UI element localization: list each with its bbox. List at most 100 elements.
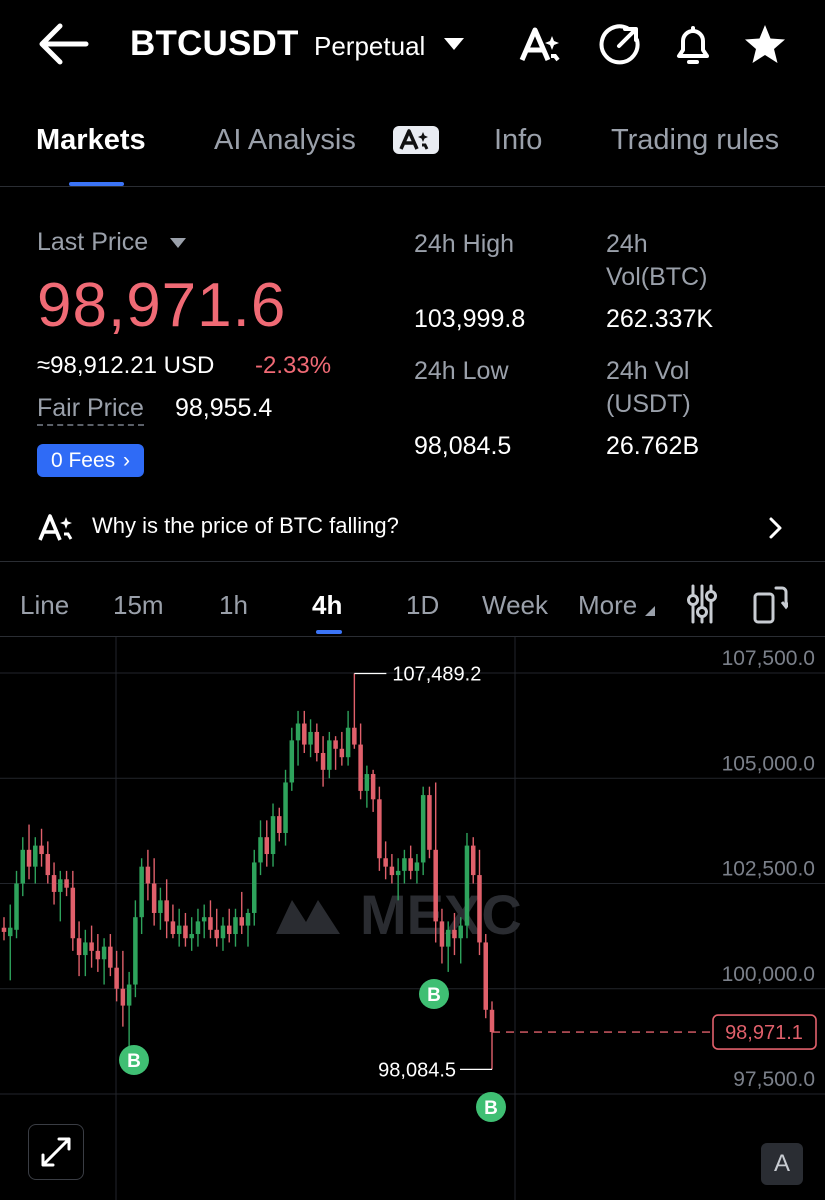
- candle-body: [408, 858, 413, 871]
- candle-body: [383, 858, 388, 867]
- last-price-label[interactable]: Last Price: [37, 228, 148, 257]
- vol-usdt-value: 26.762B: [606, 432, 700, 460]
- candle-body: [414, 862, 420, 871]
- candle-body: [126, 984, 132, 1006]
- candle-body: [195, 921, 201, 935]
- fullscreen-button[interactable]: [28, 1124, 84, 1180]
- candle-body: [258, 837, 263, 863]
- contract-type-label[interactable]: Perpetual: [314, 31, 425, 62]
- candle-body: [233, 917, 238, 935]
- candle-body: [439, 921, 445, 947]
- auto-scale-button[interactable]: A: [761, 1143, 803, 1185]
- buy-marker-label: B: [484, 1098, 498, 1119]
- candle-body: [395, 870, 401, 876]
- candle-body: [70, 887, 76, 939]
- interval-4h[interactable]: 4h: [312, 590, 342, 621]
- candle-body: [327, 740, 332, 770]
- candle-body: [133, 917, 138, 985]
- tab-markets[interactable]: Markets: [36, 124, 146, 157]
- interval-week[interactable]: Week: [482, 590, 548, 621]
- candlestick-chart[interactable]: 107,500.0 105,000.0 102,500.0 100,000.0 97,5…: [0, 637, 825, 1200]
- last-price-value: 98,971.6: [37, 271, 287, 340]
- ai-sparkle-icon: [38, 514, 73, 541]
- candle-body: [264, 837, 270, 855]
- candle-body: [283, 782, 288, 833]
- y-axis-label: 105,000.0: [722, 752, 815, 775]
- buy-marker-label: B: [427, 985, 441, 1006]
- candle-body: [452, 929, 457, 939]
- interval-1d[interactable]: 1D: [406, 590, 439, 621]
- more-caret-icon[interactable]: [645, 606, 655, 616]
- candle-body: [45, 854, 51, 876]
- interval-more[interactable]: More: [578, 590, 637, 621]
- bell-icon[interactable]: [670, 22, 716, 68]
- symbol-title[interactable]: BTCUSDT: [130, 24, 299, 64]
- candle-body: [89, 942, 94, 951]
- candle-body: [33, 845, 38, 867]
- back-arrow-icon[interactable]: [36, 22, 90, 66]
- candle-body: [1, 927, 7, 932]
- candle-body: [377, 799, 382, 859]
- candle-body: [226, 925, 232, 935]
- candle-body: [201, 917, 207, 922]
- indicator-settings-icon[interactable]: [686, 584, 718, 624]
- vol-usdt-label-line1: 24h Vol: [606, 357, 690, 385]
- candle-body: [64, 879, 69, 888]
- candle-body: [314, 731, 320, 753]
- ai-question-text[interactable]: Why is the price of BTC falling?: [92, 513, 399, 539]
- vol-btc-label-line2: Vol(BTC): [606, 263, 708, 291]
- y-axis-label: 102,500.0: [722, 858, 815, 881]
- y-axis-label: 100,000.0: [722, 963, 815, 986]
- section-divider: [0, 561, 825, 562]
- vol-btc-label-line1: 24h: [606, 230, 648, 258]
- share-icon[interactable]: [597, 22, 643, 68]
- candle-body: [420, 795, 426, 863]
- candle-body: [170, 921, 176, 935]
- candle-body: [470, 845, 476, 876]
- candle-body: [245, 912, 251, 926]
- interval-15m[interactable]: 15m: [113, 590, 164, 621]
- current-price-label: 98,971.1: [725, 1022, 803, 1044]
- ai-icon[interactable]: [518, 22, 564, 68]
- tab-trading-rules[interactable]: Trading rules: [611, 124, 779, 157]
- candle-body: [252, 862, 257, 913]
- candle-body: [445, 929, 451, 947]
- caret-down-icon[interactable]: [170, 238, 186, 248]
- candle-body: [289, 740, 295, 783]
- candle-body: [164, 900, 169, 922]
- low-24h-label: 24h Low: [414, 357, 509, 385]
- chevron-right-icon[interactable]: [766, 514, 786, 542]
- candle-body: [176, 925, 182, 935]
- candle-body: [76, 938, 82, 956]
- rotate-screen-icon[interactable]: [752, 584, 788, 624]
- vol-btc-value: 262.337K: [606, 305, 714, 333]
- candle-body: [189, 934, 194, 939]
- interval-line[interactable]: Line: [20, 590, 69, 621]
- candle-body: [145, 866, 151, 884]
- candle-body: [270, 816, 276, 855]
- candle-body: [477, 875, 482, 943]
- zero-fees-button[interactable]: 0 Fees ›: [37, 444, 144, 477]
- interval-1h[interactable]: 1h: [219, 590, 248, 621]
- star-icon[interactable]: [742, 22, 788, 68]
- chevron-down-icon[interactable]: [444, 38, 464, 50]
- tab-info[interactable]: Info: [494, 124, 542, 157]
- low-annotation-label: 98,084.5: [378, 1059, 456, 1081]
- fair-price-label[interactable]: Fair Price: [37, 394, 144, 426]
- candle-body: [345, 727, 351, 758]
- buy-marker-label: B: [127, 1051, 141, 1072]
- candle-body: [101, 946, 107, 960]
- candle-body: [139, 866, 144, 918]
- candle-body: [489, 1009, 495, 1033]
- candle-body: [214, 929, 219, 939]
- candle-body: [333, 740, 338, 749]
- watermark-logo: [276, 900, 340, 935]
- tabs-divider: [0, 186, 825, 187]
- candle-body: [483, 942, 488, 1010]
- candle-body: [58, 879, 63, 892]
- candle-body: [14, 883, 19, 930]
- vol-usdt-label: 24h Vol (USDT): [606, 355, 691, 421]
- candle-body: [295, 723, 301, 741]
- tab-ai-analysis[interactable]: AI Analysis: [214, 124, 356, 157]
- candle-body: [151, 883, 157, 913]
